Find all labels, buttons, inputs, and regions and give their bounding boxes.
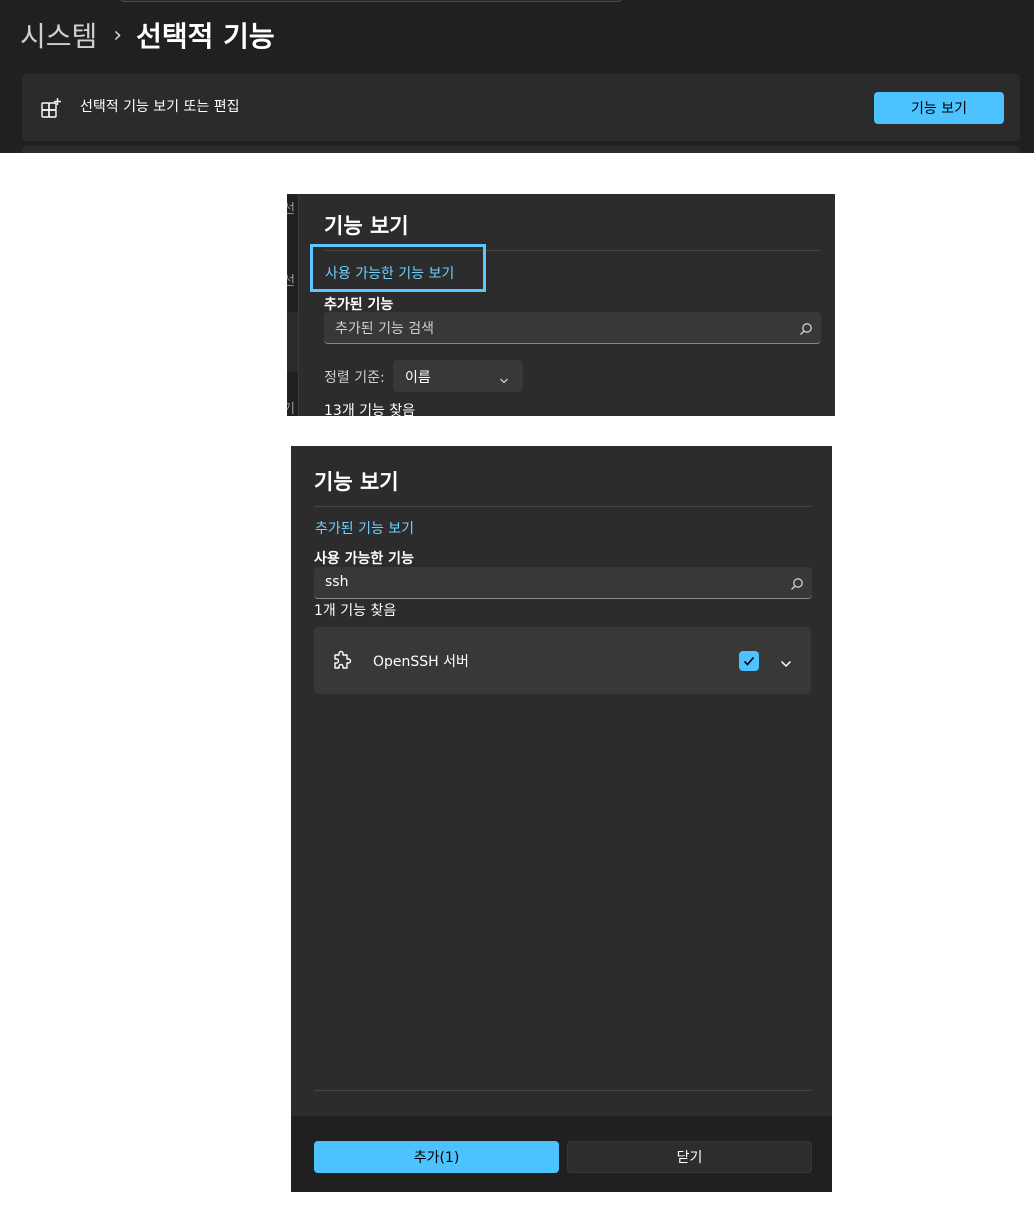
sort-selected-value: 이름 [405, 370, 431, 386]
chevron-down-icon[interactable] [780, 655, 792, 668]
next-card-peek [22, 146, 1020, 153]
add-button[interactable]: 추가(1) [314, 1141, 559, 1173]
search-icon[interactable] [790, 576, 804, 590]
section-heading: 추가된 기능 [324, 297, 394, 313]
sort-label: 정렬 기준: [324, 370, 385, 386]
sort-dropdown[interactable]: 이름 [393, 360, 523, 392]
section-heading: 사용 가능한 기능 [314, 551, 414, 567]
divider [314, 1090, 812, 1091]
optional-features-card: 선택적 기능 보기 또는 편집 기능 보기 [22, 74, 1020, 141]
view-features-button[interactable]: 기능 보기 [874, 92, 1004, 124]
view-added-features-link[interactable]: 추가된 기능 보기 [315, 518, 414, 538]
chevron-down-icon [499, 371, 509, 384]
dialog-title: 기능 보기 [324, 214, 409, 238]
dialog-title: 기능 보기 [314, 470, 399, 494]
close-button[interactable]: 닫기 [567, 1141, 812, 1173]
optional-features-label: 선택적 기능 보기 또는 편집 [80, 99, 240, 115]
search-value: ssh [325, 574, 349, 590]
dialog-footer: 추가(1) 닫기 [291, 1116, 832, 1192]
added-features-search-input[interactable]: 추가된 기능 검색 [324, 312, 821, 344]
breadcrumb-separator: › [113, 22, 123, 48]
background-text-fragment: 선 [287, 202, 295, 217]
available-features-dialog: 기능 보기 추가된 기능 보기 사용 가능한 기능 ssh 1개 기능 찾음 O… [291, 446, 832, 1192]
feature-name: OpenSSH 서버 [373, 654, 469, 670]
search-placeholder: 추가된 기능 검색 [335, 321, 435, 337]
added-features-dialog: 기능 보기 사용 가능한 기능 보기 추가된 기능 추가된 기능 검색 정렬 기… [298, 194, 835, 416]
settings-header-strip: 시스템 › 선택적 기능 선택적 기능 보기 또는 편집 기능 보기 [0, 0, 1034, 153]
available-features-search-input[interactable]: ssh [314, 567, 812, 599]
breadcrumb: 시스템 › 선택적 기능 [20, 14, 275, 56]
puzzle-icon [331, 649, 353, 671]
search-icon[interactable] [799, 321, 813, 335]
breadcrumb-parent-system[interactable]: 시스템 [20, 15, 97, 55]
divider [314, 506, 812, 507]
features-found-count: 13개 기능 찾음 [324, 403, 416, 416]
page-title: 선택적 기능 [136, 20, 275, 53]
list-item[interactable]: OpenSSH 서버 [314, 627, 811, 694]
view-available-features-link[interactable]: 사용 가능한 기능 보기 [325, 263, 454, 283]
features-found-count: 1개 기능 찾음 [314, 603, 397, 619]
added-features-dialog-crop: 선 선 기 기능 보기 사용 가능한 기능 보기 추가된 기능 추가된 기능 검… [287, 194, 835, 416]
add-apps-icon [40, 97, 62, 119]
background-text-fragment: 기 [287, 402, 295, 416]
feature-checkbox[interactable] [739, 651, 759, 671]
search-box-edge[interactable] [120, 0, 622, 2]
background-text-fragment: 선 [287, 274, 295, 289]
